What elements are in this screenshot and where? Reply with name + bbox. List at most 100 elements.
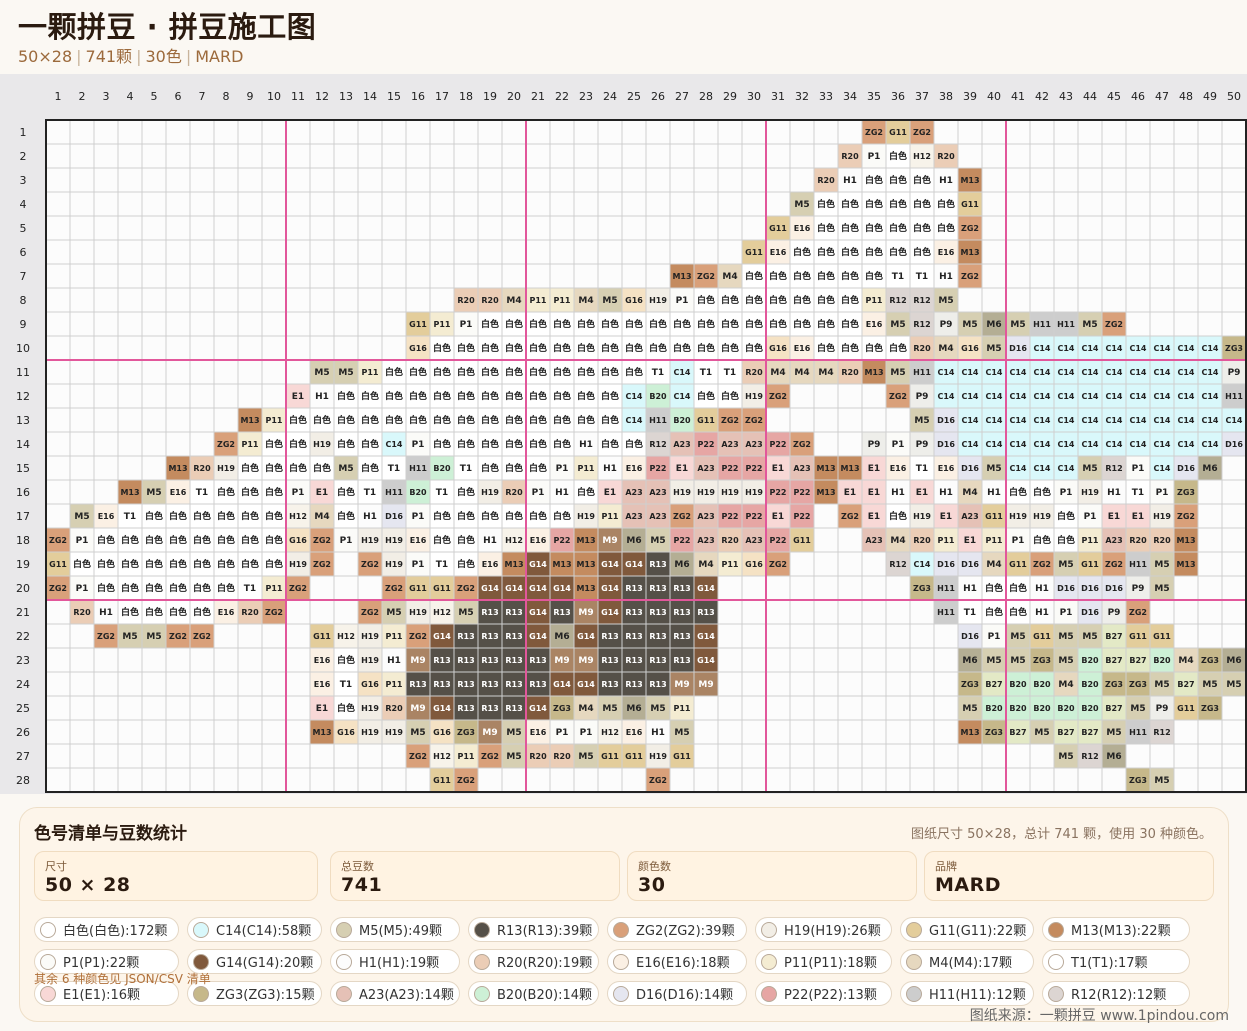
bead-code: T1	[460, 464, 472, 474]
column-label: 33	[819, 90, 833, 103]
bead-code: M6	[674, 560, 689, 570]
color-chip[interactable]: ZG2(ZG2):39颗	[607, 917, 747, 942]
bead-code: H1	[939, 272, 953, 282]
color-chip[interactable]: C14(C14):58颗	[187, 917, 322, 942]
column-label: 30	[747, 90, 761, 103]
color-chip[interactable]: T1(T1):17颗	[1042, 949, 1190, 974]
bead-code: 白色	[889, 222, 907, 234]
stat-total-beads: 总豆数 741	[330, 851, 620, 901]
column-label: 41	[1011, 90, 1025, 103]
bead-code: P22	[770, 536, 787, 545]
color-swatch-icon	[1048, 953, 1064, 970]
bead-code: C14	[985, 416, 1002, 425]
bead-code: 白色	[865, 198, 883, 210]
bead-code: B20	[673, 416, 691, 425]
bead-code: M9	[578, 608, 593, 618]
color-chip[interactable]: B20(B20):14颗	[468, 981, 599, 1006]
bead-code: 白色	[529, 390, 547, 402]
bead-code: M5	[962, 704, 977, 714]
bead-code: T1	[124, 512, 136, 522]
color-chip[interactable]: H11(H11):12颗	[900, 981, 1034, 1006]
bead-code: H1	[483, 536, 497, 546]
bead-code: E16	[170, 488, 187, 497]
bead-code: R13	[601, 656, 618, 665]
bead-code: M13	[960, 176, 979, 185]
color-chip[interactable]: R12(R12):12颗	[1042, 981, 1190, 1006]
bead-code: C14	[961, 440, 978, 449]
bead-code: M9	[674, 680, 689, 690]
bead-code: 白色	[1057, 534, 1075, 546]
color-swatch-icon	[193, 921, 209, 938]
bead-code: M5	[1202, 680, 1217, 690]
color-chip[interactable]: M5(M5):49颗	[330, 917, 460, 942]
color-chip[interactable]: R13(R13):39颗	[468, 917, 599, 942]
bead-code: 白色	[721, 318, 739, 330]
row-label: 15	[16, 462, 30, 475]
bead-code: ZG2	[313, 536, 331, 545]
bead-code: M5	[650, 704, 665, 714]
column-label: 46	[1131, 90, 1145, 103]
bead-code: 白色	[193, 534, 211, 546]
bead-code: 白色	[649, 318, 667, 330]
bead-code: P11	[458, 752, 475, 761]
color-chip[interactable]: P11(P11):18颗	[755, 949, 892, 974]
bead-code: 白色	[385, 390, 403, 402]
bead-code: 白色	[145, 534, 163, 546]
bead-code: E16	[938, 248, 955, 257]
color-chip[interactable]: H19(H19):26颗	[755, 917, 892, 942]
bead-code: M6	[986, 320, 1001, 330]
pattern-canvas[interactable]: 1 2 3 4 5 6 7 8 9 10 11 12 13 14 15 16 17 18 19 20 21 22 23 24 2…	[0, 74, 1247, 794]
bead-code: G14	[433, 704, 451, 713]
bead-code: A23	[625, 488, 642, 497]
bead-pattern-grid[interactable]: 1 2 3 4 5 6 7 8 9 10 11 12 13 14 15 16 17 18 19 20 21 22 23 24 2…	[0, 74, 1247, 794]
bead-code: C14	[985, 440, 1002, 449]
color-chip[interactable]: M4(M4):17颗	[900, 949, 1034, 974]
bead-code: D16	[961, 632, 979, 641]
bead-code: 白色	[265, 438, 283, 450]
bead-code: G14	[505, 584, 523, 593]
color-chip[interactable]: D16(D16):14颗	[607, 981, 747, 1006]
color-chip[interactable]: 白色(白色):172颗	[34, 917, 179, 942]
row-label: 24	[16, 678, 30, 691]
bead-code: G11	[601, 752, 619, 761]
color-chip-label: R20(R20):19颗	[497, 956, 593, 971]
color-chip[interactable]: M13(M13):22颗	[1042, 917, 1190, 942]
bead-code: M5	[1082, 464, 1097, 474]
bead-code: 白色	[817, 246, 835, 258]
column-label: 6	[175, 90, 182, 103]
bead-code: R13	[529, 680, 546, 689]
color-chip[interactable]: R20(R20):19颗	[468, 949, 599, 974]
bead-code: ZG2	[457, 776, 475, 785]
bead-code: 白色	[1009, 582, 1027, 594]
bead-code: M9	[554, 656, 569, 666]
bead-code: 白色	[337, 510, 355, 522]
bead-code: R20	[241, 608, 259, 617]
bead-code: 白色	[889, 198, 907, 210]
row-label: 8	[20, 294, 27, 307]
bead-code: C14	[961, 416, 978, 425]
bead-code: C14	[1033, 416, 1050, 425]
bead-code: B20	[1057, 704, 1075, 713]
bead-code: H1	[579, 440, 593, 450]
color-swatch-icon	[906, 953, 922, 970]
color-chip[interactable]: G11(G11):22颗	[900, 917, 1034, 942]
bead-code: T1	[364, 488, 376, 498]
bead-code: M5	[938, 296, 953, 306]
color-chip[interactable]: H1(H1):19颗	[330, 949, 460, 974]
bead-code: R20	[529, 752, 547, 761]
color-chip[interactable]: E16(E16):18颗	[607, 949, 747, 974]
bead-code: H11	[409, 464, 427, 473]
bead-code: 白色	[457, 510, 475, 522]
bead-code: D16	[961, 560, 979, 569]
bead-code: C14	[1057, 392, 1074, 401]
bead-code: P11	[266, 584, 283, 593]
summary-separator: |	[76, 47, 82, 66]
color-chip[interactable]: P22(P22):13颗	[755, 981, 892, 1006]
bead-code: T1	[916, 272, 928, 282]
bead-code: P11	[530, 296, 547, 305]
bead-code: E1	[868, 488, 880, 498]
bead-code: G11	[961, 200, 979, 209]
color-chip[interactable]: A23(A23):14颗	[330, 981, 460, 1006]
bead-code: D16	[385, 512, 403, 521]
bead-code: ZG2	[49, 536, 67, 545]
